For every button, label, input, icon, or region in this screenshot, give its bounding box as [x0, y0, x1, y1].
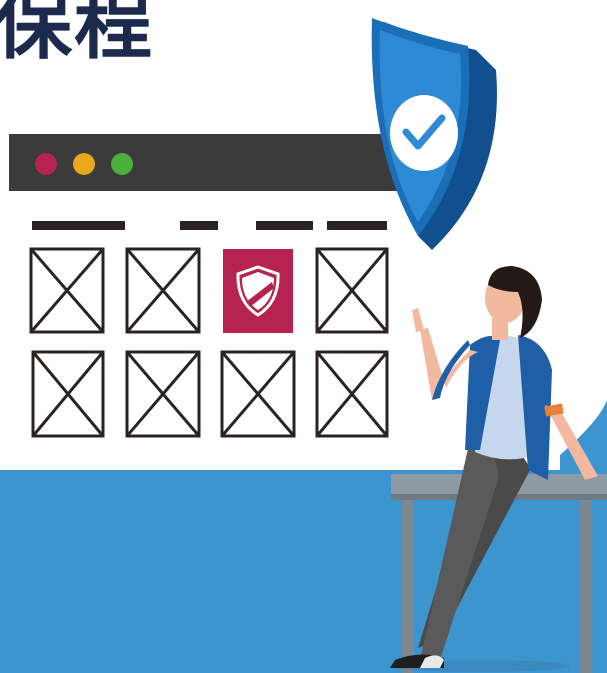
- image-placeholder-icon: [31, 350, 105, 438]
- image-placeholder-icon: [29, 247, 105, 334]
- window-dot-yellow: [73, 153, 95, 175]
- image-placeholder-icon: [125, 247, 201, 334]
- blue-floor-band: [0, 470, 607, 673]
- image-placeholder-icon: [315, 247, 389, 334]
- header-line-1: [32, 221, 125, 230]
- header-line-3: [256, 221, 313, 230]
- image-placeholder-icon: [220, 350, 296, 438]
- shield-tile: [223, 249, 293, 333]
- window-title-bar: [9, 134, 404, 191]
- image-placeholder-icon: [125, 350, 201, 438]
- shield-check-icon: [371, 18, 497, 250]
- window-dot-green: [111, 153, 133, 175]
- illustration: [0, 18, 607, 673]
- image-placeholder-icon: [315, 350, 389, 438]
- header-line-4: [327, 221, 387, 230]
- window-dot-red: [35, 153, 57, 175]
- header-line-2: [180, 221, 218, 230]
